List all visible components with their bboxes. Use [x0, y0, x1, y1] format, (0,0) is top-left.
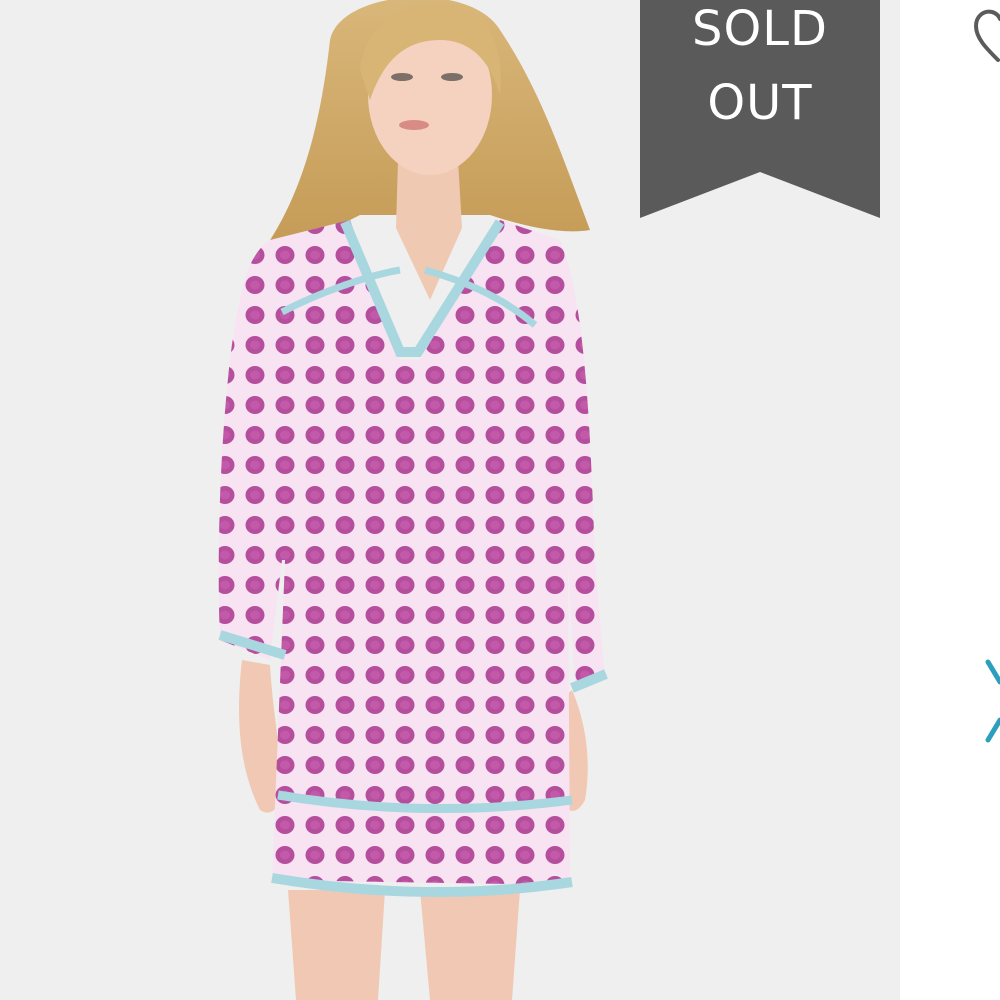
sold-out-label: SOLD OUT: [692, 1, 828, 131]
sold-out-badge: SOLD OUT: [640, 0, 880, 218]
side-panel: [900, 0, 1000, 1000]
chevron-right-icon: [985, 659, 1000, 743]
heart-icon: [973, 9, 1000, 62]
next-image-button[interactable]: [978, 650, 1000, 760]
favorite-button[interactable]: [968, 0, 1000, 64]
